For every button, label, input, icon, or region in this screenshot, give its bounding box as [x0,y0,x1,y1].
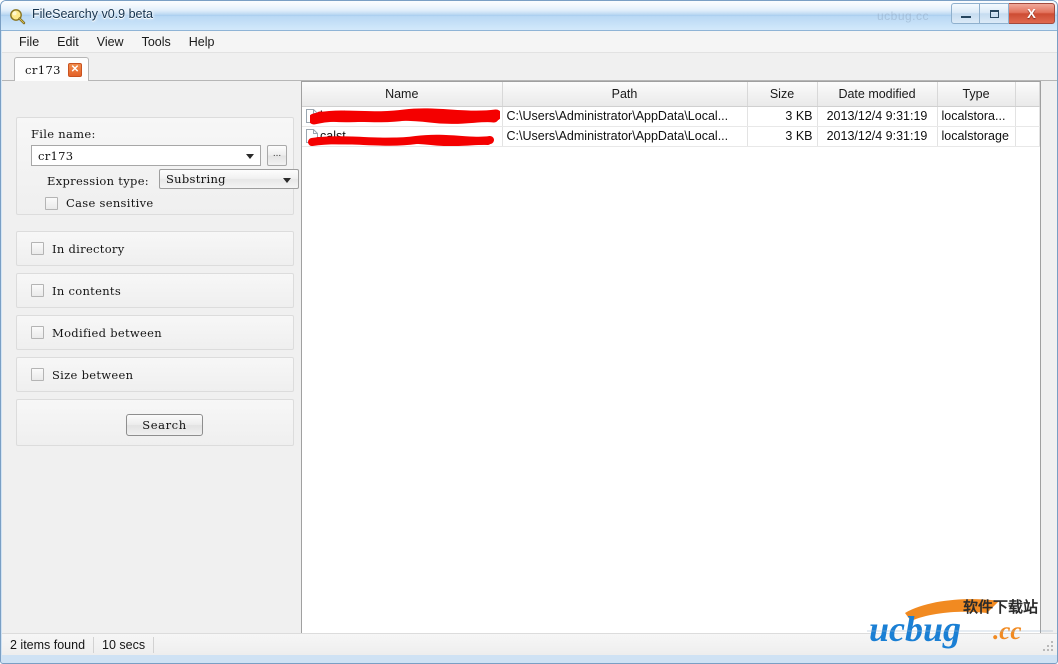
cell-type: localstora... [937,106,1016,127]
menu-item-view[interactable]: View [88,33,133,51]
in-directory-checkbox[interactable] [31,242,44,255]
cell-pad [1015,126,1040,147]
cell-date: 2013/12/4 9:31:19 [817,106,938,127]
modified-between-row[interactable]: Modified between [17,316,293,349]
title-ghost-artifact: ucbug.cc [876,9,929,23]
cell-path: C:\Users\Administrator\AppData\Local... [502,126,748,147]
file-name-input[interactable]: cr173 [31,145,261,166]
cell-size: 3 KB [747,106,818,127]
client-area: File Edit View Tools Help cr173 ✕ File n… [2,31,1057,655]
menu-bar: File Edit View Tools Help [2,31,1057,53]
column-header-date[interactable]: Date modified [817,82,938,107]
criteria-group-search: Search [16,399,294,446]
size-between-label: Size between [52,367,134,382]
column-header-name[interactable]: Name [302,82,503,107]
case-sensitive-checkbox[interactable] [45,196,58,210]
document-icon [306,109,318,123]
in-contents-row[interactable]: In contents [17,274,293,307]
results-panel[interactable]: Name Path Size Date modified Type locals… [301,81,1041,648]
maximize-button[interactable] [980,3,1009,24]
criteria-group-in-contents[interactable]: In contents [16,273,294,308]
maximize-icon [989,9,999,18]
title-bar[interactable]: FileSearchy v0.9 beta ucbug.cc X [1,1,1057,31]
status-items-found: 2 items found [2,636,95,653]
table-header-row: Name Path Size Date modified Type [302,82,1040,107]
chevron-down-icon[interactable] [283,178,291,183]
expression-type-value: Substring [166,172,226,186]
column-header-path[interactable]: Path [502,82,748,107]
chevron-down-icon[interactable] [246,154,254,159]
minimize-icon [960,16,971,18]
tab-label: cr173 [25,62,61,77]
in-directory-row[interactable]: In directory [17,232,293,265]
menu-item-file[interactable]: File [10,33,48,51]
document-icon [306,129,318,143]
window-title: FileSearchy v0.9 beta [32,7,153,21]
menu-item-tools[interactable]: Tools [133,33,180,51]
search-button[interactable]: Search [126,414,203,436]
criteria-group-size-between[interactable]: Size between [16,357,294,392]
in-directory-label: In directory [52,241,125,256]
case-sensitive-row[interactable]: Case sensitive [45,196,154,210]
application-window: FileSearchy v0.9 beta ucbug.cc X File Ed… [0,0,1058,664]
cell-name[interactable]: localst [302,106,503,127]
minimize-button[interactable] [951,3,980,24]
column-header-size[interactable]: Size [747,82,818,107]
size-between-row[interactable]: Size between [17,358,293,391]
status-bar: 2 items found 10 secs [2,633,1057,655]
table-row[interactable]: calst C:\Users\Administrator\AppData\Loc… [302,126,1040,147]
criteria-group-modified-between[interactable]: Modified between [16,315,294,350]
browse-button[interactable]: ... [267,145,287,166]
size-between-checkbox[interactable] [31,368,44,381]
cell-name[interactable]: calst [302,126,503,147]
in-contents-checkbox[interactable] [31,284,44,297]
expression-type-select[interactable]: Substring [159,169,299,189]
tab-cr173[interactable]: cr173 ✕ [14,57,89,81]
column-header-type[interactable]: Type [937,82,1016,107]
in-contents-label: In contents [52,283,122,298]
modified-between-label: Modified between [52,325,162,340]
cell-date: 2013/12/4 9:31:19 [817,126,938,147]
criteria-group-in-directory[interactable]: In directory [16,231,294,266]
file-name-value: cr173 [38,148,74,163]
tab-close-icon[interactable]: ✕ [67,62,82,77]
status-elapsed: 10 secs [94,636,155,653]
search-criteria-panel: File name: cr173 ... Expression type: Su… [2,81,300,641]
cell-type: localstorage [937,126,1016,147]
resize-grip-icon[interactable] [1041,639,1055,653]
criteria-group-file-name: File name: cr173 ... Expression type: Su… [16,117,299,215]
cell-size: 3 KB [747,126,818,147]
file-name-text: calst [320,129,346,143]
modified-between-checkbox[interactable] [31,326,44,339]
cell-pad [1015,106,1040,127]
results-table: Name Path Size Date modified Type locals… [302,82,1040,147]
file-name-label: File name: [31,127,96,141]
cell-path: C:\Users\Administrator\AppData\Local... [502,106,748,127]
expression-type-label: Expression type: [47,174,149,188]
close-button[interactable]: X [1009,3,1055,24]
magnifier-icon [10,9,26,25]
menu-item-edit[interactable]: Edit [48,33,88,51]
column-header-pad [1015,82,1040,107]
tab-strip: cr173 ✕ [2,53,1057,81]
table-row[interactable]: localst C:\Users\Administrator\AppData\L… [302,106,1040,127]
case-sensitive-label: Case sensitive [66,196,154,210]
caption-buttons: X [951,3,1055,25]
file-name-text: localst [320,109,356,123]
menu-item-help[interactable]: Help [180,33,224,51]
close-icon: X [1027,6,1036,21]
